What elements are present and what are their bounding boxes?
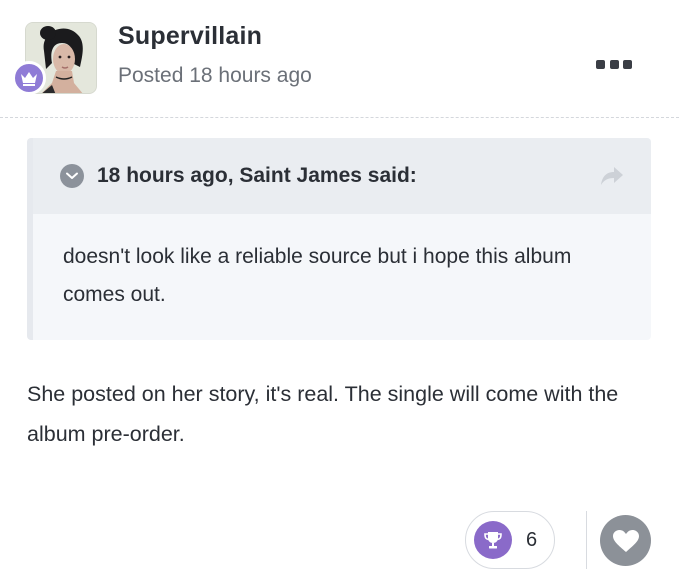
quote-header: 18 hours ago, Saint James said: [33, 138, 651, 214]
quote-citation[interactable]: 18 hours ago, Saint James said: [97, 164, 417, 188]
post-content: She posted on her story, it's real. The … [27, 382, 619, 446]
footer-divider [586, 511, 587, 569]
reaction-button[interactable]: 6 [465, 511, 555, 569]
share-arrow-icon[interactable] [599, 165, 625, 187]
heart-icon[interactable] [600, 515, 651, 566]
post-timestamp[interactable]: Posted 18 hours ago [118, 64, 312, 88]
crown-icon [12, 61, 46, 95]
trophy-icon [474, 521, 512, 559]
author-avatar-wrap[interactable] [12, 22, 97, 95]
more-dot [596, 59, 605, 69]
more-dot [623, 59, 632, 69]
header-divider [0, 117, 679, 118]
more-dot [609, 59, 619, 69]
chevron-down-icon[interactable] [60, 164, 84, 188]
quote-text: doesn't look like a reliable source but … [63, 245, 572, 306]
forum-post: Supervillain Posted 18 hours ago 18 hour… [0, 0, 679, 580]
more-icon[interactable] [596, 55, 632, 73]
author-name[interactable]: Supervillain [118, 22, 262, 51]
reaction-count: 6 [526, 528, 538, 551]
quote-block: 18 hours ago, Saint James said: doesn't … [27, 138, 651, 340]
